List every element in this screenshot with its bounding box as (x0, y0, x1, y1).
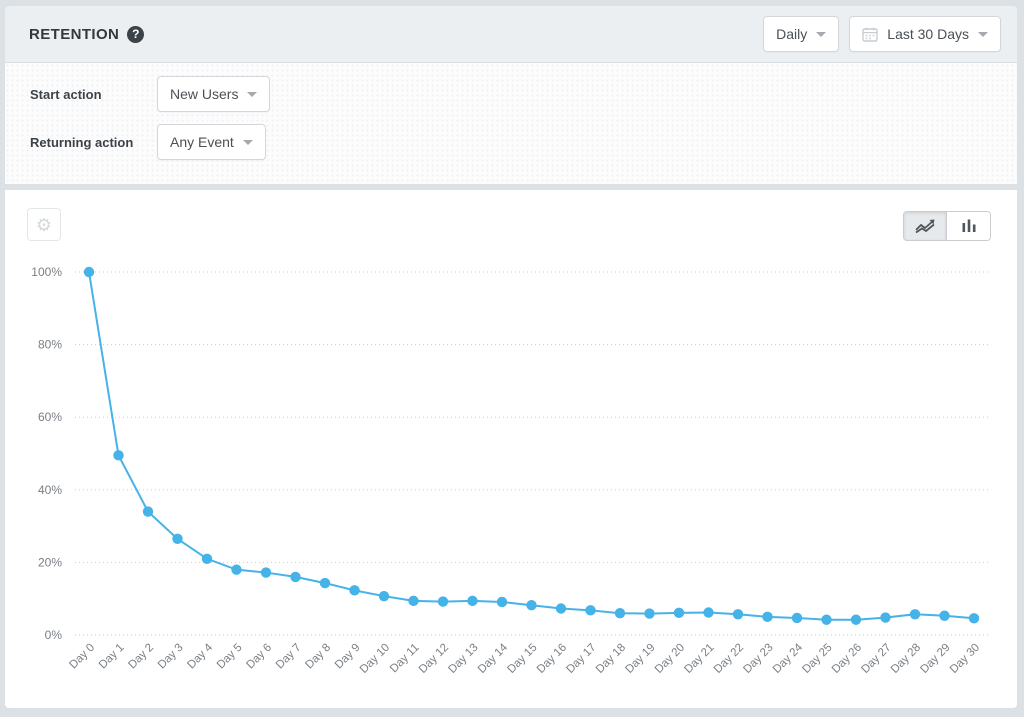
data-point[interactable] (438, 596, 448, 606)
start-action-label: Start action (30, 87, 157, 102)
chevron-down-icon (978, 32, 988, 37)
date-range-dropdown[interactable]: Last 30 Days (849, 16, 1001, 52)
x-axis-tick: Day 26 (830, 642, 864, 676)
x-axis-tick: Day 6 (244, 642, 274, 672)
x-axis-tick: Day 2 (126, 642, 156, 672)
x-axis-tick: Day 24 (771, 641, 806, 676)
data-point[interactable] (939, 611, 949, 621)
chart-panel: ⚙ 0%20%40%60%80%100%Day 0Day 1Day 2Day 3… (5, 190, 1017, 708)
x-axis-tick: Day 17 (564, 642, 598, 676)
retention-report: RETENTION ? Daily Last 30 Days (5, 6, 1017, 708)
returning-action-row: Returning action Any Event (30, 124, 1017, 160)
y-axis-tick: 80% (38, 338, 62, 352)
data-point[interactable] (910, 609, 920, 619)
data-point[interactable] (172, 534, 182, 544)
x-axis-tick: Day 13 (446, 642, 480, 676)
x-axis-tick: Day 23 (741, 642, 775, 676)
data-point[interactable] (674, 608, 684, 618)
data-point[interactable] (349, 585, 359, 595)
data-point[interactable] (231, 564, 241, 574)
x-axis-tick: Day 8 (303, 642, 333, 672)
filter-panel: Start action New Users Returning action … (5, 63, 1017, 184)
data-point[interactable] (408, 596, 418, 606)
x-axis-tick: Day 4 (185, 641, 215, 671)
x-axis-tick: Day 14 (476, 641, 511, 676)
x-axis-tick: Day 15 (505, 642, 539, 676)
y-axis-tick: 40% (38, 483, 62, 497)
x-axis-tick: Day 5 (215, 642, 245, 672)
data-point[interactable] (113, 450, 123, 460)
data-point[interactable] (526, 600, 536, 610)
data-point[interactable] (202, 554, 212, 564)
returning-action-value: Any Event (170, 134, 234, 150)
data-point[interactable] (290, 572, 300, 582)
x-axis-tick: Day 27 (859, 642, 893, 676)
x-axis-tick: Day 0 (67, 642, 97, 672)
x-axis-tick: Day 16 (535, 642, 569, 676)
start-action-row: Start action New Users (30, 76, 1017, 112)
y-axis-tick: 100% (31, 265, 62, 279)
x-axis-tick: Day 7 (274, 642, 304, 672)
data-point[interactable] (84, 267, 94, 277)
y-axis-tick: 20% (38, 555, 62, 569)
x-axis-tick: Day 12 (417, 642, 451, 676)
chevron-down-icon (247, 92, 257, 97)
data-point[interactable] (556, 603, 566, 613)
x-axis-tick: Day 29 (918, 642, 952, 676)
data-point[interactable] (379, 591, 389, 601)
start-action-value: New Users (170, 86, 238, 102)
x-axis-tick: Day 21 (682, 642, 716, 676)
data-point[interactable] (497, 597, 507, 607)
data-point[interactable] (615, 608, 625, 618)
data-point[interactable] (851, 615, 861, 625)
data-point[interactable] (585, 605, 595, 615)
y-axis-tick: 0% (45, 628, 63, 642)
data-point[interactable] (880, 612, 890, 622)
data-point[interactable] (969, 613, 979, 623)
data-point[interactable] (792, 613, 802, 623)
retention-line-chart: 0%20%40%60%80%100%Day 0Day 1Day 2Day 3Da… (5, 230, 1017, 708)
date-range-value: Last 30 Days (887, 26, 969, 42)
data-point[interactable] (261, 567, 271, 577)
interval-dropdown-value: Daily (776, 26, 807, 42)
x-axis-tick: Day 22 (712, 642, 746, 676)
data-point[interactable] (644, 608, 654, 618)
report-header: RETENTION ? Daily Last 30 Days (5, 6, 1017, 63)
data-point[interactable] (467, 596, 477, 606)
x-axis-tick: Day 30 (948, 642, 982, 676)
help-icon[interactable]: ? (127, 26, 144, 43)
calendar-icon (862, 27, 878, 42)
chevron-down-icon (816, 32, 826, 37)
interval-dropdown[interactable]: Daily (763, 16, 839, 52)
returning-action-label: Returning action (30, 135, 157, 150)
x-axis-tick: Day 28 (889, 642, 923, 676)
x-axis-tick: Day 25 (800, 642, 834, 676)
returning-action-select[interactable]: Any Event (157, 124, 266, 160)
data-point[interactable] (733, 609, 743, 619)
x-axis-tick: Day 1 (97, 642, 127, 672)
data-point[interactable] (762, 612, 772, 622)
x-axis-tick: Day 18 (594, 642, 628, 676)
page-title: RETENTION (29, 26, 119, 43)
chevron-down-icon (243, 140, 253, 145)
x-axis-tick: Day 20 (653, 642, 687, 676)
x-axis-tick: Day 19 (623, 642, 657, 676)
data-point[interactable] (143, 506, 153, 516)
y-axis-tick: 60% (38, 410, 62, 424)
data-point[interactable] (821, 615, 831, 625)
x-axis-tick: Day 10 (358, 642, 392, 676)
x-axis-tick: Day 3 (156, 642, 186, 672)
data-point[interactable] (320, 578, 330, 588)
start-action-select[interactable]: New Users (157, 76, 270, 112)
data-point[interactable] (703, 607, 713, 617)
x-axis-tick: Day 11 (388, 642, 422, 676)
